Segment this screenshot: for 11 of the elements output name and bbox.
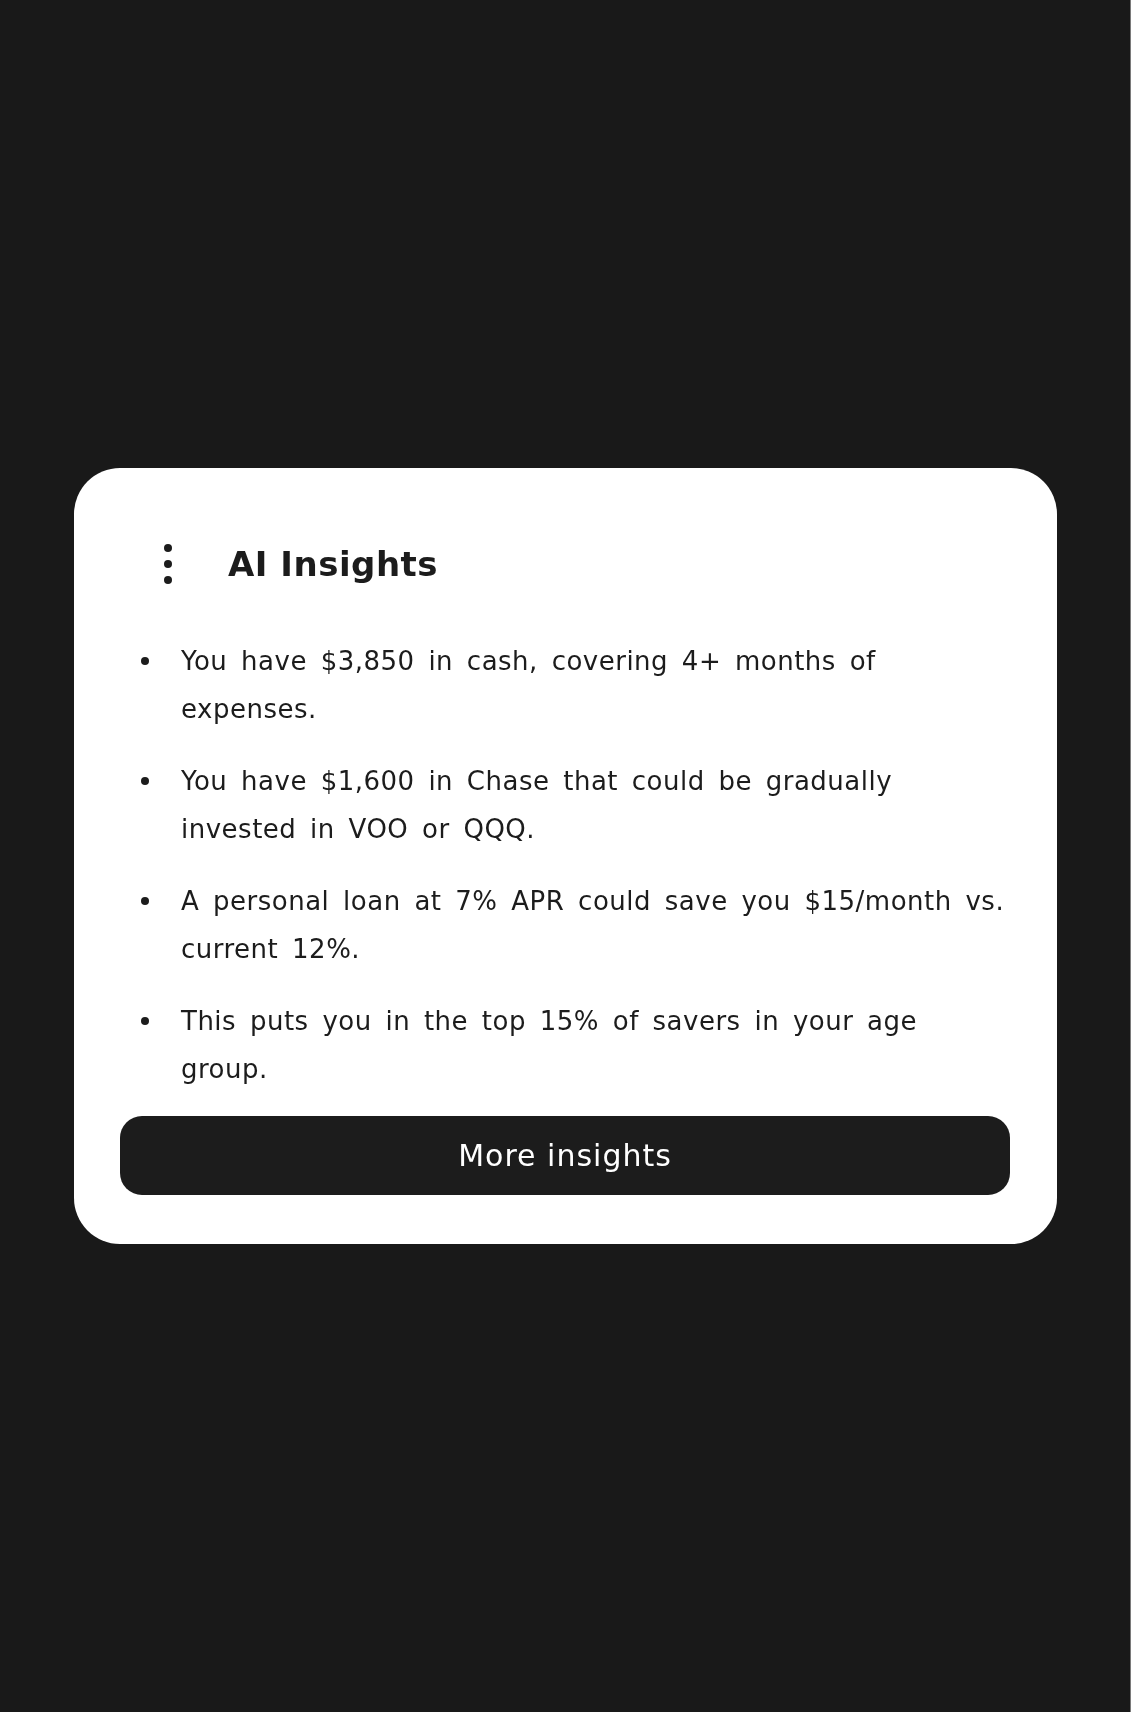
kebab-menu-icon[interactable] — [164, 544, 172, 584]
bullet-icon — [141, 657, 149, 665]
card-title: AI Insights — [228, 544, 439, 584]
more-insights-button[interactable]: More insights — [120, 1116, 1010, 1195]
insight-text: This puts you in the top 15% of savers in your age group. — [181, 1005, 919, 1086]
insight-text: A personal loan at 7% APR could save you $15/month vs. current 12%. — [181, 885, 1006, 966]
insight-text: You have $3,850 in cash, covering 4+ months of expenses. — [181, 645, 877, 726]
bullet-icon — [141, 897, 149, 905]
bullet-icon — [141, 777, 149, 785]
bullet-icon — [141, 1017, 149, 1025]
insight-text: You have $1,600 in Chase that could be gradually invested in VOO or QQQ. — [181, 765, 894, 846]
